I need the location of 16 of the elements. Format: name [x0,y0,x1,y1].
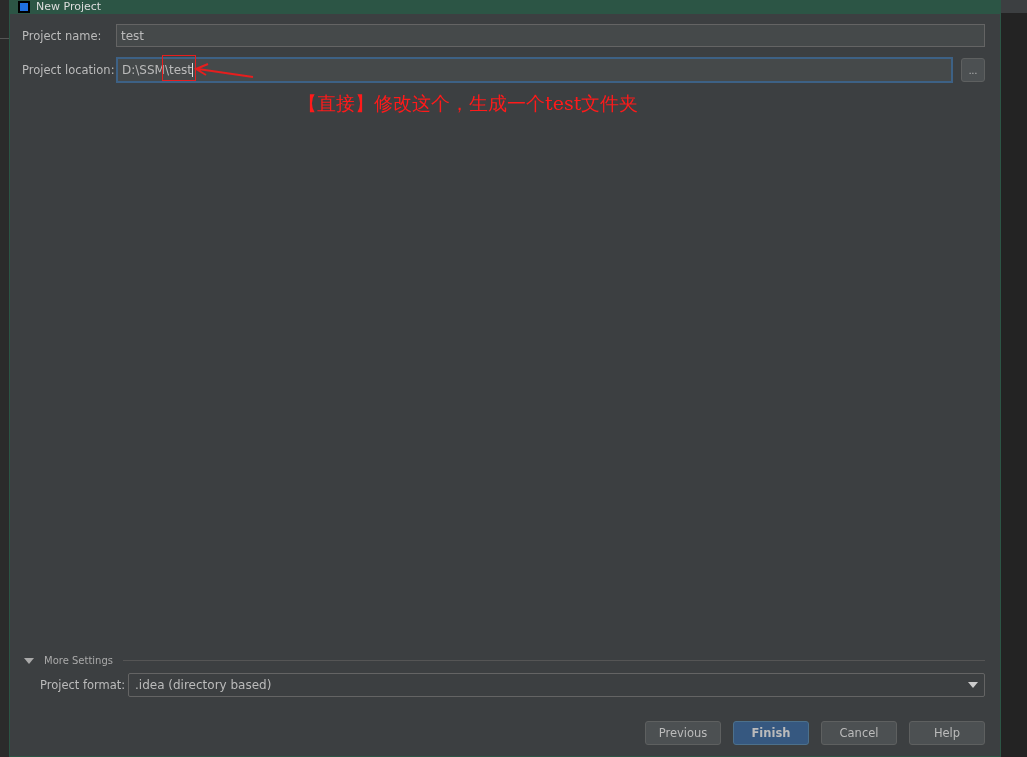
name-field[interactable]: test [116,24,985,47]
format-dropdown[interactable]: .idea (directory based) [128,673,985,697]
app-icon [18,1,30,13]
section-toggle[interactable]: More Settings [40,655,117,666]
window-title: New Project [36,0,102,14]
field-label: Project name: [22,28,103,43]
dialog-button[interactable]: Cancel [821,721,897,745]
field-label: Project format: [40,678,122,692]
dropdown-icon [968,682,978,688]
triangle-icon[interactable] [24,656,34,665]
annotation-text: 【直接】修改这个，生成一个test文件夹 [298,91,639,116]
dialog-button[interactable]: Previous [645,721,721,745]
dialog-button[interactable]: Help [909,721,985,745]
browse-button[interactable]: ... [961,58,985,82]
arrow-drawing [192,63,254,79]
dialog-button[interactable]: Finish [733,721,809,745]
